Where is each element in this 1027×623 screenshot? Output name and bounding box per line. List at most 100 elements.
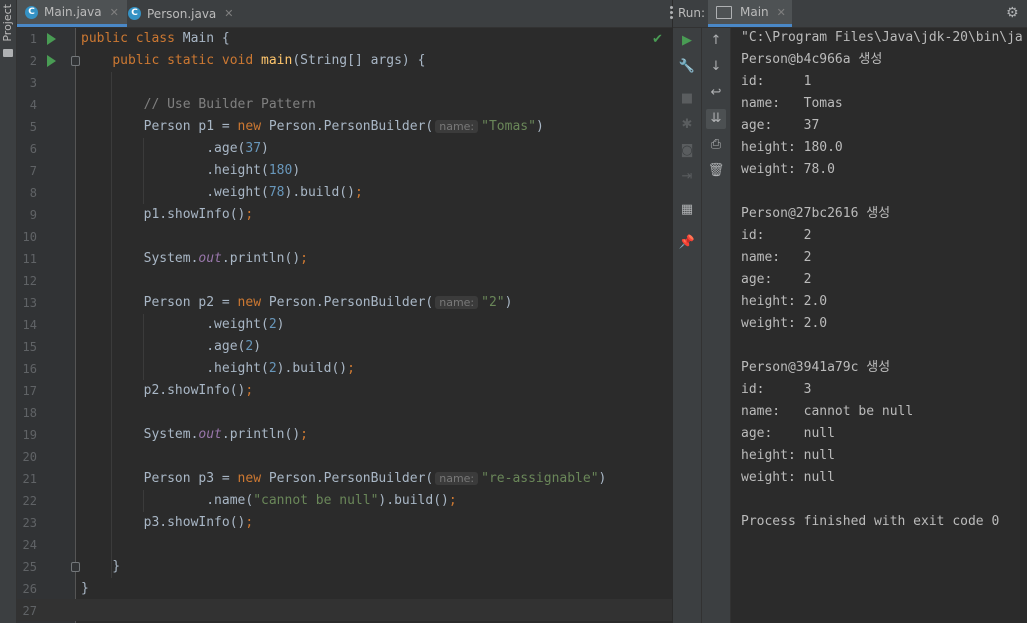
- code-line[interactable]: 5 Person p1 = new Person.PersonBuilder(n…: [17, 116, 672, 138]
- wrench-icon[interactable]: 🔧: [677, 57, 697, 77]
- code-token: ): [253, 339, 262, 354]
- stop-icon[interactable]: ■: [677, 89, 697, 109]
- code-line[interactable]: 13 Person p2 = new Person.PersonBuilder(…: [17, 292, 672, 314]
- code-line[interactable]: 14 .weight(2): [17, 314, 672, 336]
- code-line[interactable]: 19 System.out.println();: [17, 424, 672, 446]
- run-gutter-icon[interactable]: [47, 55, 56, 67]
- code-line[interactable]: 22 .name("cannot be null").build();: [17, 490, 672, 512]
- code-line[interactable]: 20: [17, 446, 672, 468]
- code-token: Person.PersonBuilder(: [268, 119, 434, 134]
- code-line[interactable]: 8 .weight(78).build();: [17, 182, 672, 204]
- code-text: .age(37): [81, 138, 269, 160]
- run-icon[interactable]: ▶: [677, 31, 697, 51]
- console-line: name: Tomas: [741, 96, 843, 111]
- code-text: public class Main {: [81, 28, 230, 50]
- code-line[interactable]: 12: [17, 270, 672, 292]
- code-line[interactable]: 23 p3.showInfo();: [17, 512, 672, 534]
- code-line[interactable]: 16 .height(2).build();: [17, 358, 672, 380]
- code-line[interactable]: 3: [17, 72, 672, 94]
- code-text: .height(180): [81, 160, 300, 182]
- code-token: "re-assignable": [481, 471, 599, 486]
- code-text: Person p1 = new Person.PersonBuilder(nam…: [81, 116, 544, 138]
- close-icon[interactable]: ✕: [777, 6, 786, 19]
- line-number: 20: [22, 450, 37, 464]
- code-token: .age(: [81, 339, 246, 354]
- code-token: .height(: [81, 163, 269, 178]
- layout-icon[interactable]: ▦: [677, 200, 697, 220]
- console-line: weight: null: [741, 470, 835, 485]
- camera-icon[interactable]: ◙: [677, 141, 697, 161]
- line-number: 16: [22, 362, 37, 376]
- run-panel: Run: Main ✕ ⚙ ▶ 🔧 ■ ✱ ◙ ⇥ ▦ 📌 ↑ ↓ ↩ ⇊ ⎙ …: [673, 0, 1027, 623]
- code-line[interactable]: 18: [17, 402, 672, 424]
- debug-icon[interactable]: ✱: [677, 115, 697, 135]
- run-toolbar-right: ↑ ↓ ↩ ⇊ ⎙ 🗑: [702, 28, 731, 623]
- code-line[interactable]: 27: [17, 600, 672, 622]
- code-editor[interactable]: 1 public class Main {2 public static void…: [17, 28, 672, 623]
- code-text: public static void main(String[] args) {: [81, 50, 425, 72]
- code-line[interactable]: 17 p2.showInfo();: [17, 380, 672, 402]
- run-gutter-icon[interactable]: [47, 33, 56, 45]
- code-text: System.out.println();: [81, 424, 308, 446]
- console-line: weight: 2.0: [741, 316, 828, 331]
- code-line[interactable]: 4 // Use Builder Pattern: [17, 94, 672, 116]
- code-token: .weight(: [81, 317, 269, 332]
- code-token: ): [261, 141, 269, 156]
- fold-icon[interactable]: [71, 562, 80, 572]
- line-number: 25: [22, 560, 37, 574]
- gear-icon[interactable]: ⚙: [1006, 5, 1019, 21]
- code-line[interactable]: 10: [17, 226, 672, 248]
- code-line[interactable]: 26}: [17, 578, 672, 600]
- console-icon: [716, 5, 732, 19]
- code-text: p3.showInfo();: [81, 512, 254, 534]
- parameter-hint: name:: [435, 120, 479, 133]
- project-tool-button[interactable]: Project: [1, 4, 14, 42]
- code-text: }: [81, 556, 120, 578]
- code-line[interactable]: 24: [17, 534, 672, 556]
- console-line: age: 2: [741, 272, 812, 287]
- scroll-to-end-icon[interactable]: ⇊: [706, 109, 726, 129]
- parameter-hint: name:: [435, 296, 479, 309]
- code-token: out: [198, 251, 222, 266]
- line-number: 7: [29, 164, 37, 178]
- tab-main-java[interactable]: C Main.java ✕: [17, 0, 127, 27]
- code-token: new: [237, 119, 269, 134]
- line-number: 13: [22, 296, 37, 310]
- line-number: 8: [29, 186, 37, 200]
- run-tab-main[interactable]: Main ✕: [708, 0, 792, 27]
- console-line: "C:\Program Files\Java\jdk-20\bin\ja: [741, 30, 1023, 45]
- code-line[interactable]: 6 .age(37): [17, 138, 672, 160]
- line-number: 19: [22, 428, 37, 442]
- code-token: ): [276, 317, 285, 332]
- console-line: id: 2: [741, 228, 812, 243]
- code-line[interactable]: 1 public class Main {: [17, 28, 672, 50]
- code-line[interactable]: 11 System.out.println();: [17, 248, 672, 270]
- fold-icon[interactable]: [71, 56, 80, 66]
- console-line: height: 180.0: [741, 140, 843, 155]
- code-line[interactable]: 9 p1.showInfo();: [17, 204, 672, 226]
- close-icon[interactable]: ✕: [110, 6, 119, 19]
- soft-wrap-icon[interactable]: ↩: [706, 83, 726, 103]
- code-token: Person p3 =: [81, 471, 238, 486]
- console-output[interactable]: "C:\Program Files\Java\jdk-20\bin\ja Pers…: [741, 28, 1027, 623]
- code-token: // Use Builder Pattern: [143, 97, 316, 112]
- pin-icon[interactable]: 📌: [677, 233, 697, 253]
- down-arrow-icon[interactable]: ↓: [706, 57, 726, 77]
- code-line[interactable]: 7 .height(180): [17, 160, 672, 182]
- trash-icon[interactable]: 🗑: [706, 161, 726, 181]
- code-line[interactable]: 15 .age(2): [17, 336, 672, 358]
- code-token: ).build(): [284, 185, 355, 200]
- code-token: public static void: [112, 53, 262, 68]
- code-token: public class: [81, 31, 183, 46]
- run-header: Run: Main ✕ ⚙: [673, 0, 1027, 28]
- tab-person-java[interactable]: C Person.java ✕: [120, 0, 242, 27]
- code-token: Person p2 =: [81, 295, 238, 310]
- code-line[interactable]: 2 public static void main(String[] args)…: [17, 50, 672, 72]
- close-icon[interactable]: ✕: [224, 7, 233, 20]
- code-line[interactable]: 21 Person p3 = new Person.PersonBuilder(…: [17, 468, 672, 490]
- up-arrow-icon[interactable]: ↑: [706, 31, 726, 51]
- exit-icon[interactable]: ⇥: [677, 167, 697, 187]
- print-icon[interactable]: ⎙: [706, 135, 726, 155]
- code-line[interactable]: 25 }: [17, 556, 672, 578]
- code-token: ;: [300, 251, 308, 266]
